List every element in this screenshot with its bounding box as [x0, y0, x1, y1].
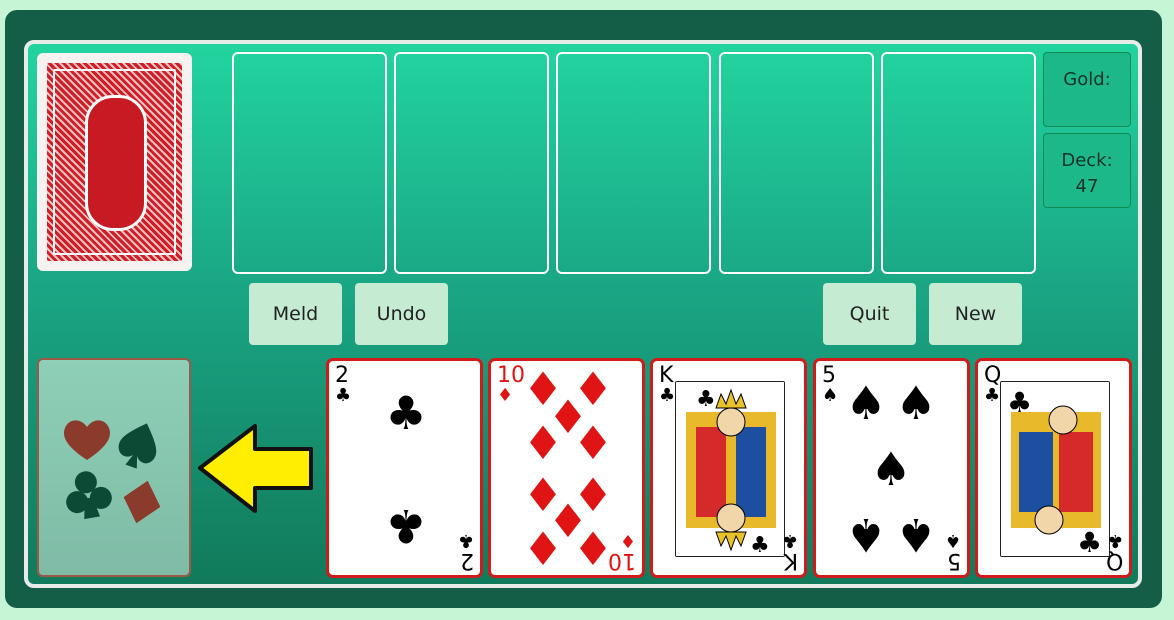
queen-portrait-icon: ♣ ♣	[1000, 381, 1110, 557]
hand-card-4[interactable]: 5 ♠ ♠ ♠ ♠ ♠ ♠ 5 ♠	[813, 358, 970, 578]
discard-pile[interactable]	[37, 358, 191, 577]
diamond-icon: ♦	[572, 416, 614, 470]
club-icon: ♣	[1106, 530, 1123, 551]
undo-button[interactable]: Undo	[355, 283, 448, 345]
draw-deck[interactable]	[37, 53, 192, 271]
meld-slot-1[interactable]	[232, 52, 387, 274]
new-button[interactable]: New	[929, 283, 1022, 345]
hand-card-1[interactable]: 2 ♣ ♣ ♣ 2 ♣	[326, 358, 483, 578]
club-icon: ♣	[659, 385, 676, 406]
king-portrait-icon: ♣ ♣	[675, 381, 785, 557]
diamond-icon: ♦	[619, 530, 636, 551]
card-rank: Q	[1105, 548, 1123, 573]
card-back-pattern	[47, 63, 182, 261]
hand-card-5[interactable]: Q ♣ ♣ ♣ Q ♣	[975, 358, 1132, 578]
club-icon: ♣	[385, 386, 427, 440]
spade-icon: ♠	[845, 508, 887, 562]
diamond-icon: ♦	[497, 385, 514, 406]
spade-icon: ♠	[845, 376, 887, 430]
card-rank: 2	[460, 548, 474, 573]
arrow-left-icon	[198, 424, 313, 513]
gold-label: Gold:	[1063, 69, 1111, 90]
gold-panel: Gold:	[1043, 52, 1131, 127]
deck-panel: Deck: 47	[1043, 133, 1131, 208]
meld-slot-2[interactable]	[394, 52, 549, 274]
meld-slot-3[interactable]	[556, 52, 711, 274]
club-icon: ♣	[781, 530, 798, 551]
hand-card-3[interactable]: K ♣ ♣ ♣ K ♣	[650, 358, 807, 578]
spade-icon: ♠	[822, 385, 839, 406]
svg-text:♣: ♣	[750, 533, 770, 557]
svg-text:♣: ♣	[696, 387, 716, 412]
club-icon: ♣	[335, 385, 352, 406]
meld-slot-5[interactable]	[881, 52, 1036, 274]
spade-icon: ♠	[944, 530, 961, 551]
card-rank: 10	[608, 548, 636, 573]
spade-icon: ♠	[895, 376, 937, 430]
club-icon: ♣	[385, 499, 427, 553]
deck-count: 47	[1075, 176, 1099, 197]
suits-icon	[63, 420, 161, 524]
hand-card-2[interactable]: 10 ♦ ♦ ♦ ♦ ♦ ♦ ♦ ♦ ♦ ♦ ♦ 10 ♦	[488, 358, 645, 578]
club-icon: ♣	[457, 530, 474, 551]
quit-button[interactable]: Quit	[823, 283, 916, 345]
diamond-icon: ♦	[522, 416, 564, 470]
card-rank: 5	[947, 548, 961, 573]
card-rank: K	[783, 548, 798, 573]
deck-label: Deck:	[1061, 150, 1113, 171]
svg-text:♣: ♣	[1007, 386, 1032, 419]
diamond-icon: ♦	[522, 522, 564, 576]
spade-icon: ♠	[895, 508, 937, 562]
meld-button[interactable]: Meld	[249, 283, 342, 345]
club-icon: ♣	[984, 385, 1001, 406]
svg-text:♣: ♣	[1077, 526, 1102, 557]
spade-icon: ♠	[870, 442, 912, 496]
meld-slot-4[interactable]	[719, 52, 874, 274]
